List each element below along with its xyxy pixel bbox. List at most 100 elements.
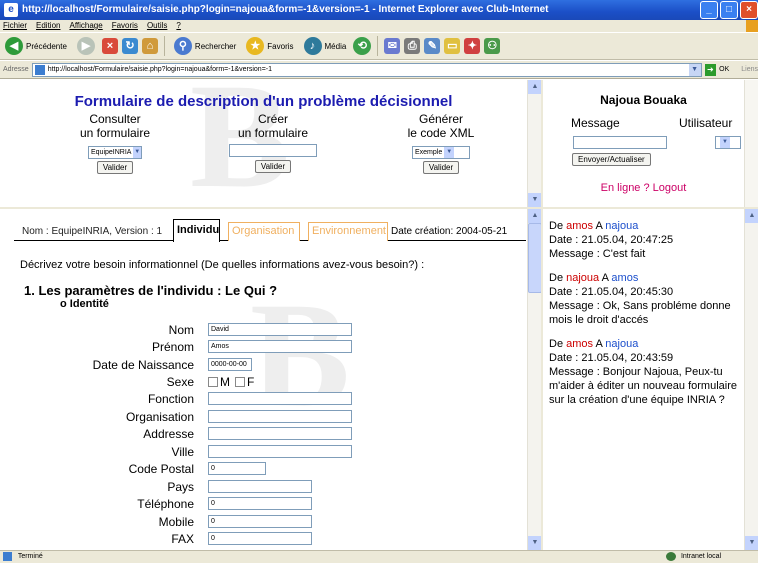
scroll-down-icon[interactable]: ▼ [528,193,541,207]
message-input[interactable] [573,136,667,149]
forward-button[interactable]: ▶ [74,36,98,56]
zone-label: Intranet local [680,553,722,560]
create-line1: Créer [257,112,288,126]
tab-organisation[interactable]: Organisation [228,222,300,241]
maximize-button[interactable]: □ [720,1,738,19]
back-label: Précédente [26,41,67,51]
search-label: Rechercher [194,41,237,51]
go-button[interactable]: OK [719,66,729,73]
form-info: Nom : EquipeINRIA, Version : 1 [22,226,163,237]
menu-help[interactable]: ? [176,20,180,32]
chat-text: Message : Ok, Sans probléme donne mois l… [549,300,731,326]
intranet-icon [666,551,676,561]
field-code-postal: Code Postal 0 [0,462,527,478]
chevron-down-icon[interactable]: ▼ [688,63,701,76]
history-icon[interactable]: ⟲ [353,37,372,55]
fonction-input[interactable] [208,392,352,405]
telephone-input[interactable]: 0 [208,497,312,510]
mobile-input[interactable]: 0 [208,515,312,528]
scroll-up-icon[interactable]: ▲ [528,209,541,223]
menu-outils[interactable]: Outils [147,20,167,32]
generate-xml-select[interactable]: Exemple ▼ [412,146,470,159]
birthdate-input[interactable]: 0000-00-00 [208,358,252,371]
menu-fichier[interactable]: Fichier [3,20,27,32]
field-addresse: Addresse [0,427,527,443]
field-label: Date de Naissance [92,358,194,372]
user-name: Najoua Bouaka [600,93,687,107]
sexe-f-radio[interactable] [235,377,245,387]
scroll-up-icon[interactable]: ▲ [528,80,541,94]
tab-environnement[interactable]: Environnement [308,222,388,241]
pays-input[interactable] [208,480,312,493]
frame-chat: De amos A najoua Date : 21.05.04, 20:47:… [543,209,758,550]
stop-icon[interactable]: × [101,38,118,54]
generate-select-value: Exemple [415,149,443,156]
a-label: A [595,220,603,232]
a-label: A [595,338,603,350]
scroll-up-icon[interactable]: ▲ [745,209,758,223]
messenger-icon[interactable]: ✦ [464,38,481,54]
create-validate-button[interactable]: Valider [254,160,292,174]
menu-favoris[interactable]: Favoris [112,20,138,32]
chat-date: Date : 21.05.04, 20:47:25 [549,234,674,246]
send-refresh-button[interactable]: Envoyer/Actualiser [572,153,651,166]
menu-affichage[interactable]: Affichage [69,20,102,32]
addresse-input[interactable] [208,427,352,440]
sexe-m-label: M [220,375,230,389]
address-label: Adresse [3,66,29,73]
edit-icon[interactable]: ✎ [424,38,441,54]
de-label: De [549,220,564,232]
discuss-icon[interactable]: ⚇ [484,38,501,54]
create-form-input[interactable] [229,144,317,158]
scrollbar-chat[interactable]: ▲ ▼ [744,209,758,550]
address-input[interactable]: http://localhost/Formulaire/saisie.php?l… [31,62,702,77]
refresh-icon[interactable]: ↻ [121,38,138,54]
media-button[interactable]: ♪ Média [301,36,350,56]
go-arrow-icon[interactable]: ➜ [704,63,717,76]
subsection-title: o Identité [60,298,109,310]
consult-line2: un formulaire [79,126,151,140]
nom-input[interactable]: David [208,323,352,336]
links-label[interactable]: Liens [741,66,758,73]
chat-message: De amos A najoua Date : 21.05.04, 20:47:… [549,219,739,261]
message-label: Message [571,116,620,130]
menu-edition[interactable]: Edition [36,20,60,32]
chevron-down-icon: ▼ [720,137,730,148]
mail-icon[interactable]: ✉ [384,38,401,54]
ie-app-icon: e [4,3,18,17]
folder-icon[interactable]: ▭ [444,38,461,54]
prenom-input[interactable]: Amos [208,340,352,353]
search-button[interactable]: ⚲ Rechercher [171,36,239,56]
tab-individu[interactable]: Individu [173,219,220,242]
scrollbar-form[interactable]: ▲ ▼ [527,209,541,550]
user-select[interactable]: ▼ [715,136,741,149]
field-label: Addresse [143,427,194,441]
scroll-down-icon[interactable]: ▼ [528,536,541,550]
creation-date: Date création: 2004-05-21 [391,226,508,237]
code-postal-input[interactable]: 0 [208,462,266,475]
sexe-m-radio[interactable] [208,377,218,387]
print-icon[interactable]: ⎙ [404,38,421,54]
frame-form-editor: B Nom : EquipeINRIA, Version : 1 Individ… [0,209,541,550]
generate-validate-button[interactable]: Valider [422,161,460,174]
ville-input[interactable] [208,445,352,458]
scroll-down-icon[interactable]: ▼ [745,536,758,550]
frame-forms-menu: B Formulaire de description d'un problèm… [0,80,541,207]
consult-line1: Consulter [89,112,141,126]
a-label: A [601,272,609,284]
fax-input[interactable]: 0 [208,532,312,545]
online-logout-link[interactable]: En ligne ? Logout [543,182,744,194]
need-description: Décrivez votre besoin informationnel (De… [20,259,425,271]
chat-text: Message : Bonjour Najoua, Peux-tu m'aide… [549,366,737,406]
organisation-input[interactable] [208,410,352,423]
scrollbar-top-left[interactable]: ▲ ▼ [527,80,541,207]
scrollbar-top-right [744,80,758,207]
favorites-button[interactable]: ★ Favoris [243,36,296,56]
back-button[interactable]: ◀ Précédente [2,36,70,56]
minimize-button[interactable]: _ [700,1,718,19]
home-icon[interactable]: ⌂ [141,38,158,54]
close-button[interactable]: × [740,1,758,19]
consult-form-select[interactable]: EquipeINRIA ▼ [88,146,142,159]
scroll-thumb[interactable] [528,223,541,293]
consult-validate-button[interactable]: Valider [96,161,134,174]
